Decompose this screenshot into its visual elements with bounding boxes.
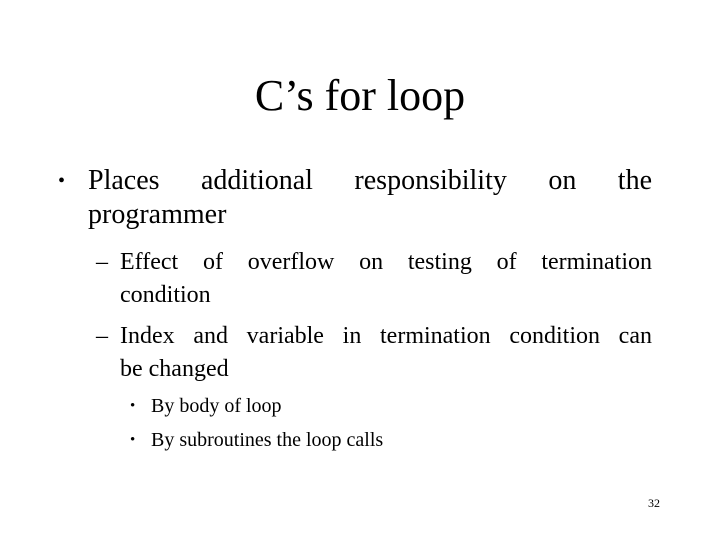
- bullet-marker: •: [130, 432, 136, 448]
- sub-bullet-text-line2: be changed: [120, 356, 229, 382]
- dash-marker: –: [96, 323, 108, 349]
- bullet-text-line1: Places additional responsibility on the: [88, 165, 652, 196]
- bullet-text-line2: programmer: [88, 199, 227, 230]
- dash-marker: –: [96, 249, 108, 275]
- sub-sub-bullet-subroutines: • By subroutines the loop calls: [130, 428, 383, 452]
- sub-bullet-index-variable: – Index and variable in termination cond…: [96, 320, 652, 386]
- sub-bullet-text: Index and variable in termination condit…: [120, 320, 652, 386]
- bullet-level1: • Places additional responsibility on th…: [58, 164, 652, 232]
- page-number: 32: [648, 496, 660, 510]
- sub-bullet-text: Effect of overflow on testing of termina…: [120, 246, 652, 312]
- sub-sub-bullet-text: By body of loop: [151, 395, 282, 417]
- slide-title: C’s for loop: [254, 71, 466, 120]
- bullet-marker: •: [58, 170, 66, 192]
- sub-bullet-text-line2: condition: [120, 282, 211, 308]
- bullet-text: Places additional responsibility on the …: [88, 164, 652, 232]
- sub-bullet-text-line1: Effect of overflow on testing of termina…: [120, 249, 652, 275]
- sub-sub-bullet-text: By subroutines the loop calls: [151, 429, 384, 451]
- slide: C’s for loop • Places additional respons…: [0, 0, 720, 540]
- sub-sub-bullet-body-of-loop: • By body of loop: [130, 394, 282, 418]
- bullet-marker: •: [130, 398, 136, 414]
- sub-bullet-text-line1: Index and variable in termination condit…: [120, 323, 652, 349]
- sub-bullet-overflow: – Effect of overflow on testing of termi…: [96, 246, 652, 312]
